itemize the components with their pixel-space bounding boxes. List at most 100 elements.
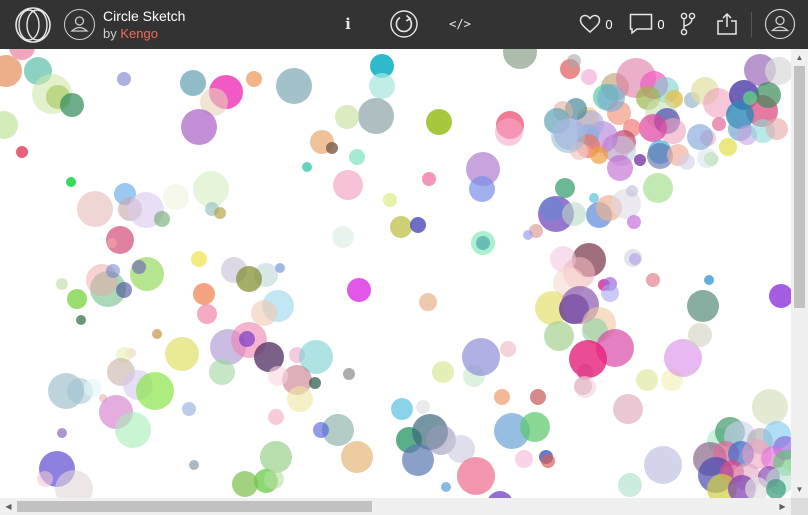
art-circle	[494, 389, 510, 405]
art-circle	[441, 482, 451, 492]
art-circle	[627, 215, 641, 229]
art-circle	[67, 289, 87, 309]
scroll-up-arrow-icon[interactable]: ▲	[791, 49, 808, 66]
art-circle	[555, 178, 575, 198]
art-circle	[639, 114, 667, 142]
restart-button[interactable]	[387, 8, 421, 40]
circle-art	[0, 49, 791, 498]
art-circle	[567, 54, 581, 68]
art-circle	[0, 111, 18, 139]
art-circle	[390, 216, 412, 238]
art-circle	[636, 369, 658, 391]
account-icon	[764, 8, 796, 40]
share-button[interactable]	[714, 8, 740, 40]
art-circle	[115, 412, 151, 448]
art-circle	[488, 491, 512, 498]
art-circle	[643, 173, 673, 203]
art-circle	[432, 361, 454, 383]
art-circle	[347, 278, 371, 302]
art-circle	[515, 450, 533, 468]
info-button[interactable]: i	[338, 8, 358, 40]
art-circle	[16, 146, 28, 158]
art-circle	[107, 238, 117, 248]
art-circle	[106, 264, 120, 278]
code-icon: </>	[449, 17, 471, 31]
sketch-canvas[interactable]	[0, 49, 791, 498]
art-circle	[551, 119, 585, 153]
art-circle	[209, 359, 235, 385]
art-circle	[343, 368, 355, 380]
art-circle	[687, 290, 719, 322]
art-circle	[410, 217, 426, 233]
art-circle	[333, 170, 363, 200]
art-circle	[193, 171, 229, 207]
author-avatar-icon[interactable]	[64, 9, 95, 40]
art-circle	[618, 473, 642, 497]
art-circle	[349, 149, 365, 165]
art-circle	[766, 118, 788, 140]
comment-icon	[630, 13, 653, 35]
art-circle	[236, 266, 262, 292]
art-circle	[687, 124, 713, 150]
art-circle	[462, 338, 500, 376]
art-circle	[590, 146, 608, 164]
art-circle	[56, 278, 68, 290]
art-circle	[152, 329, 162, 339]
art-circle	[165, 337, 199, 371]
view-code-button[interactable]: </>	[446, 8, 474, 40]
art-circle	[136, 372, 174, 410]
horizontal-scroll-thumb[interactable]	[17, 501, 372, 512]
art-circle	[422, 172, 436, 186]
scroll-left-arrow-icon[interactable]: ◀	[0, 498, 17, 515]
art-circle	[688, 323, 712, 347]
art-circle	[391, 398, 413, 420]
top-bar: Circle Sketch by Kengo i </> 0 0	[0, 0, 808, 49]
art-circle	[574, 377, 592, 395]
logo-icon[interactable]	[14, 6, 52, 44]
art-circle	[358, 98, 394, 134]
art-circle	[180, 70, 206, 96]
art-circle	[752, 389, 788, 425]
art-circle	[181, 109, 217, 145]
byline-prefix: by	[103, 26, 117, 41]
art-circle	[530, 389, 546, 405]
art-circle	[77, 191, 113, 227]
horizontal-scrollbar[interactable]: ◀ ▶	[0, 498, 791, 515]
art-circle	[66, 177, 76, 187]
scroll-right-arrow-icon[interactable]: ▶	[774, 498, 791, 515]
vertical-scrollbar[interactable]: ▲ ▼	[791, 49, 808, 498]
art-circle	[540, 197, 564, 221]
likes-count: 0	[605, 16, 613, 32]
comments-button[interactable]: 0	[627, 8, 667, 40]
art-circle	[469, 176, 495, 202]
fork-button[interactable]	[677, 8, 699, 40]
sketch-title: Circle Sketch	[103, 8, 186, 24]
art-circle	[163, 184, 189, 210]
art-circle	[302, 162, 312, 172]
art-circle	[520, 412, 550, 442]
author-link[interactable]: Kengo	[120, 26, 158, 41]
art-circle	[37, 471, 53, 487]
scroll-down-arrow-icon[interactable]: ▼	[791, 481, 808, 498]
art-circle	[500, 341, 516, 357]
art-circle	[426, 109, 452, 135]
vertical-scroll-thumb[interactable]	[794, 66, 805, 308]
art-circle	[0, 55, 22, 87]
heart-icon	[580, 14, 601, 33]
art-circle	[116, 282, 132, 298]
art-circle	[581, 69, 597, 85]
like-button[interactable]: 0	[576, 8, 616, 40]
restart-icon	[390, 10, 418, 38]
art-circle	[634, 154, 646, 166]
art-circle	[335, 105, 359, 129]
art-circle	[332, 226, 354, 248]
art-circle	[239, 331, 255, 347]
art-circle	[755, 82, 781, 108]
account-button[interactable]	[764, 8, 796, 40]
art-circle	[719, 138, 737, 156]
art-circle	[597, 84, 625, 112]
art-circle	[457, 457, 495, 495]
art-circle	[191, 251, 207, 267]
art-circle	[589, 193, 599, 203]
art-circle	[287, 386, 313, 412]
